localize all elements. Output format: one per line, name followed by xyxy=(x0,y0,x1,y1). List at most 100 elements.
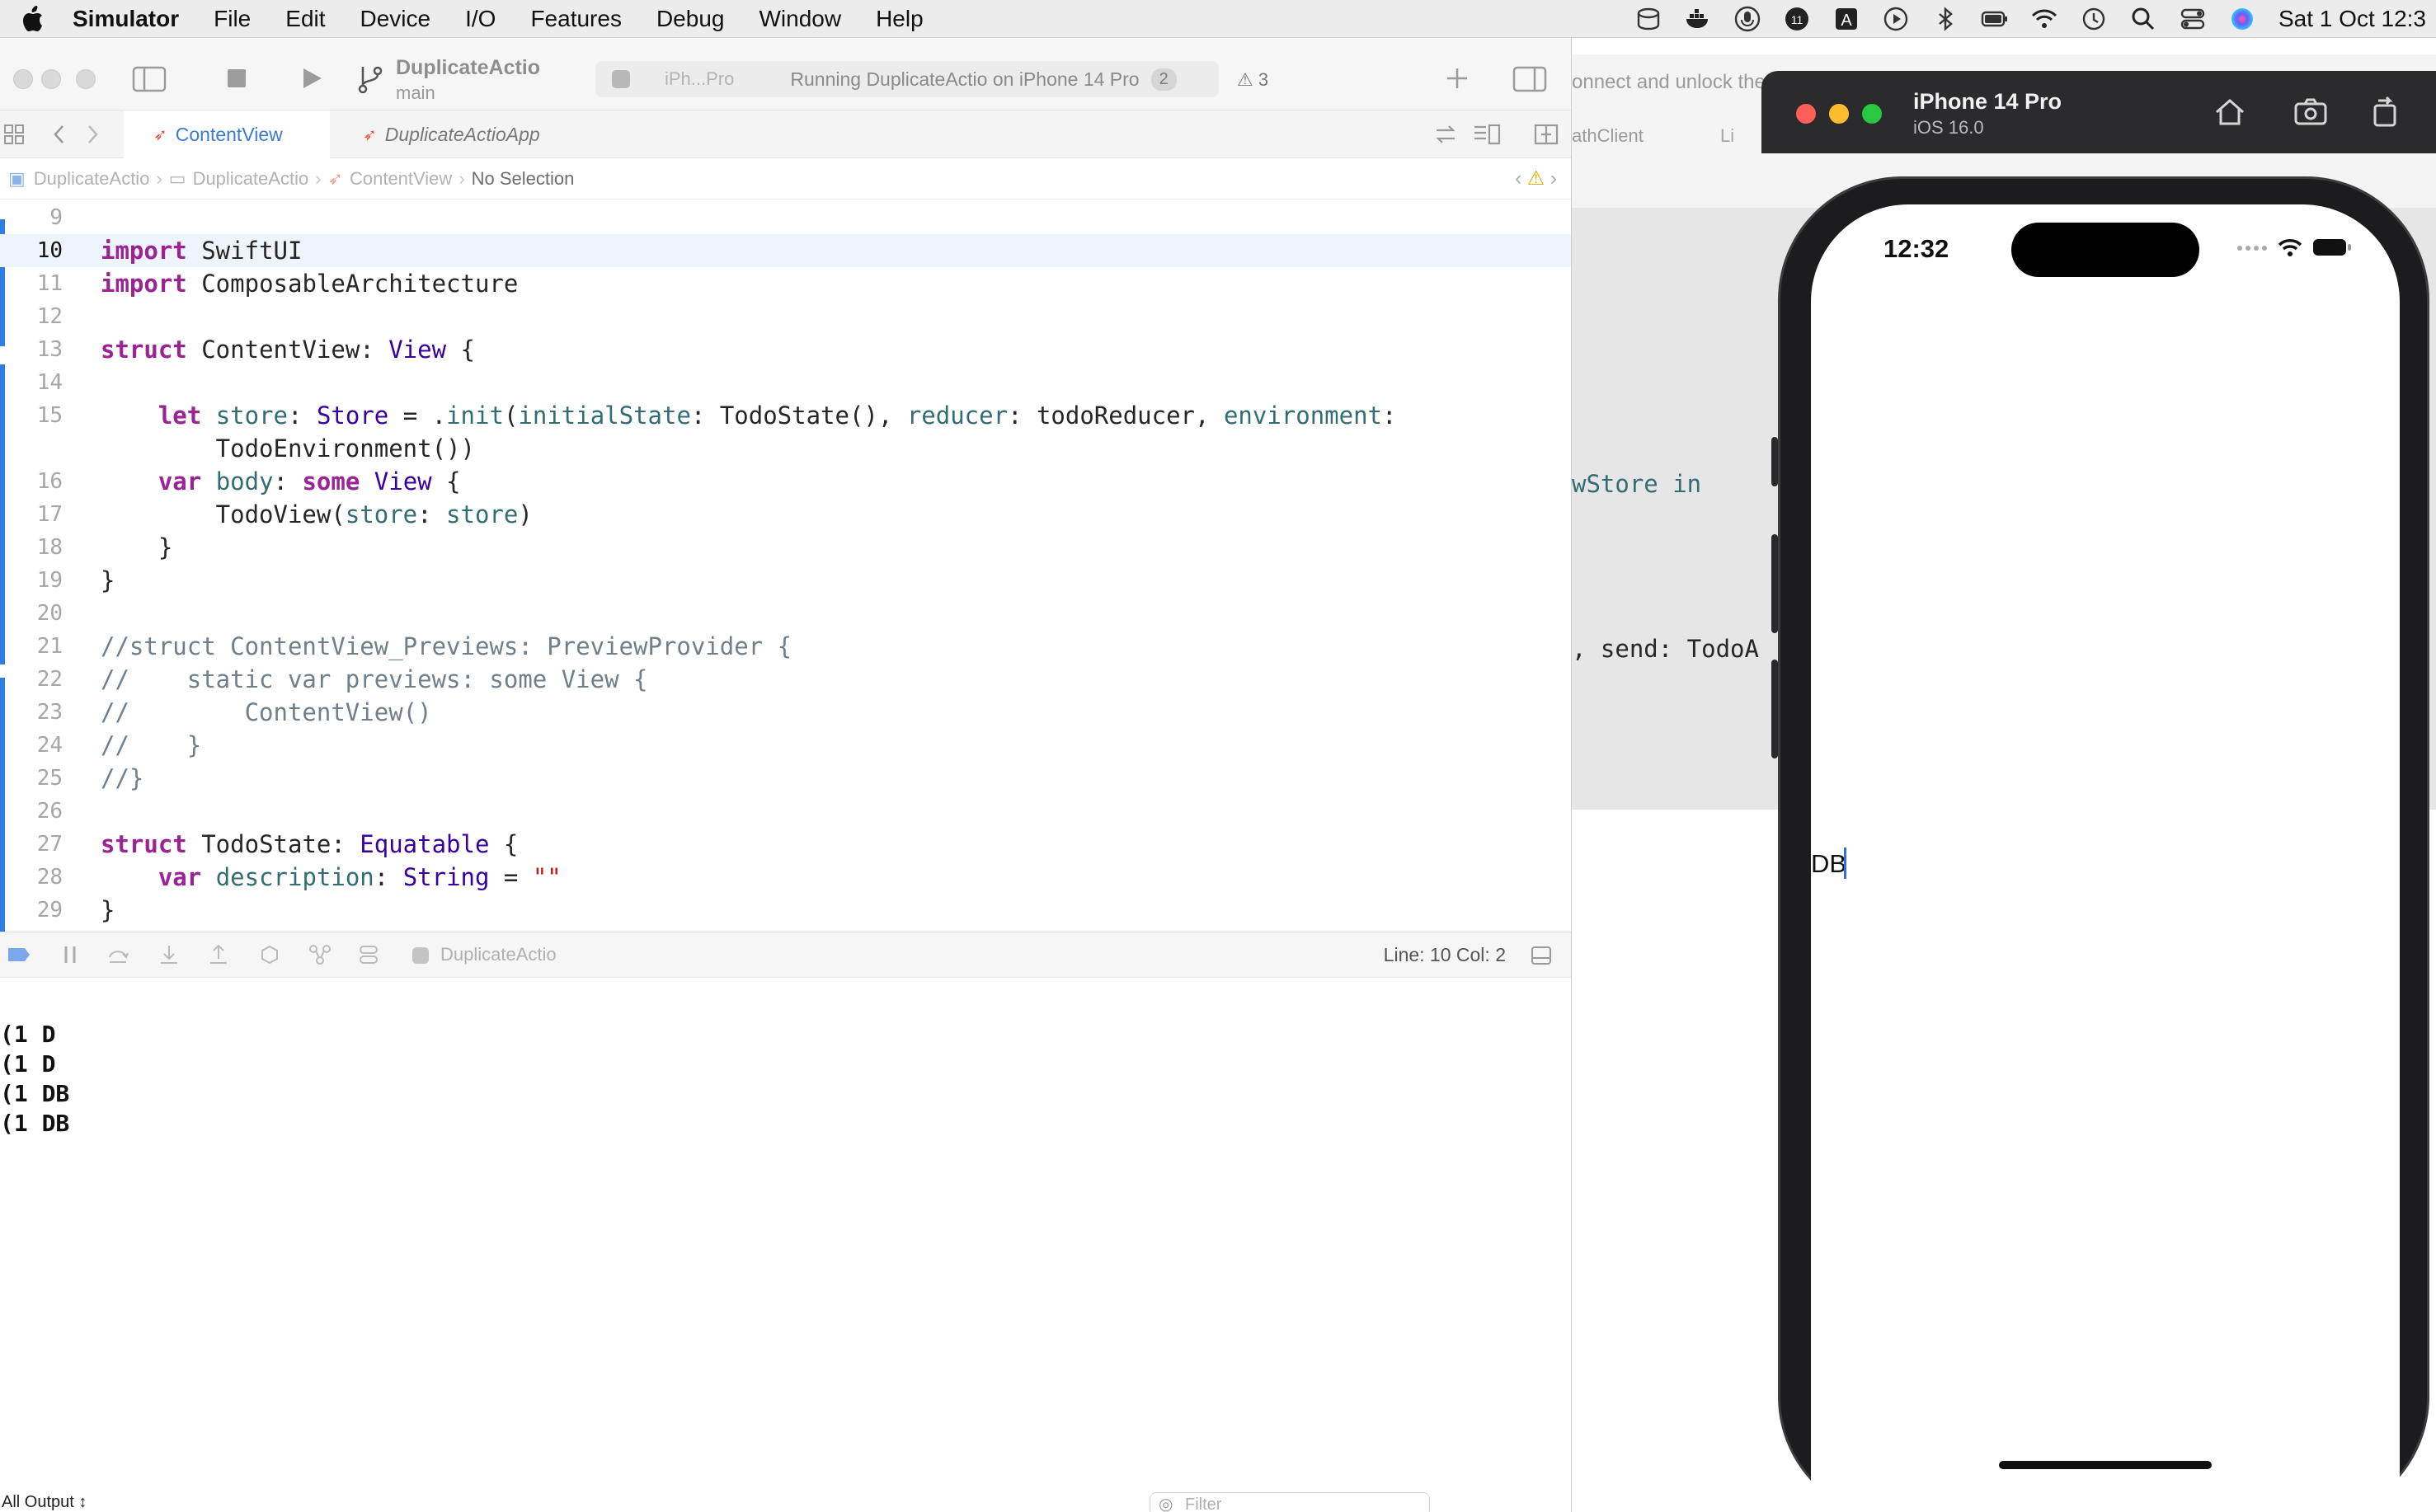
code-line[interactable]: 25 //} xyxy=(0,762,1571,795)
code-line[interactable]: 17 TodoView(store: store) xyxy=(0,498,1571,531)
docker-icon[interactable] xyxy=(1673,5,1723,33)
menu-debug[interactable]: Debug xyxy=(639,0,742,38)
code-line[interactable]: 12 xyxy=(0,300,1571,333)
window-zoom-button[interactable] xyxy=(76,69,96,89)
step-out-icon[interactable] xyxy=(208,944,229,965)
inspector-toggle-icon[interactable] xyxy=(1512,66,1547,92)
time-machine-icon[interactable] xyxy=(2069,5,2119,33)
code-line[interactable]: 16 var body: some View { xyxy=(0,465,1571,498)
line-number: 14 xyxy=(36,370,63,395)
menu-window[interactable]: Window xyxy=(741,0,858,38)
code-line[interactable]: 22 // static var previews: some View { xyxy=(0,663,1571,696)
todo-text-field[interactable]: DB xyxy=(1811,849,1846,879)
spotlight-search-icon[interactable] xyxy=(2119,5,2168,33)
step-into-icon[interactable] xyxy=(158,944,180,965)
microphone-icon[interactable] xyxy=(1723,5,1772,33)
notifications-badge-icon[interactable]: 11 xyxy=(1772,5,1822,33)
code-line[interactable]: 28 var description: String = "" xyxy=(0,861,1571,894)
activity-view[interactable]: iPh...Pro Running DuplicateActio on iPho… xyxy=(595,61,1219,97)
breakpoints-toggle-icon[interactable] xyxy=(7,946,31,963)
code-line[interactable]: 29} xyxy=(0,894,1571,927)
breadcrumb-project[interactable]: DuplicateActio xyxy=(34,168,150,190)
step-over-icon[interactable] xyxy=(107,944,129,965)
menu-features[interactable]: Features xyxy=(513,0,639,38)
rotate-icon[interactable] xyxy=(2367,94,2403,130)
code-line[interactable]: 23 // ContentView() xyxy=(0,696,1571,729)
phone-screen[interactable]: 12:32 DB xyxy=(1811,204,2400,1512)
code-line[interactable]: 11 import ComposableArchitecture xyxy=(0,267,1571,300)
source-editor[interactable]: 9 10 import SwiftUI 11 import ComposableArch… xyxy=(0,200,1571,932)
wifi-icon[interactable] xyxy=(2020,5,2069,33)
issue-navigator-chevrons[interactable]: ‹ ⚠ › xyxy=(1515,167,1557,190)
console-output[interactable]: (1 D (1 D (1 DB (1 DB xyxy=(0,978,1571,1497)
code-line[interactable]: 24 // } xyxy=(0,729,1571,762)
code-line[interactable]: 26 xyxy=(0,795,1571,828)
code-line[interactable]: 14 xyxy=(0,366,1571,399)
memory-graph-icon[interactable] xyxy=(308,944,332,965)
stop-button[interactable] xyxy=(226,68,247,89)
apple-menu-icon[interactable] xyxy=(0,5,64,33)
view-hierarchy-icon[interactable] xyxy=(259,944,280,965)
breadcrumb-symbol[interactable]: No Selection xyxy=(472,168,575,190)
menu-io[interactable]: I/O xyxy=(448,0,513,38)
play-icon[interactable] xyxy=(1871,5,1921,33)
window-close-button[interactable] xyxy=(1796,104,1816,124)
menubar-clock[interactable]: Sat 1 Oct 12:3 xyxy=(2267,6,2426,32)
scheme-name[interactable]: DuplicateActio xyxy=(396,56,540,80)
control-center-icon[interactable] xyxy=(2168,5,2217,33)
menu-edit[interactable]: Edit xyxy=(268,0,342,38)
code-line[interactable]: 18 } xyxy=(0,531,1571,564)
hide-debug-area-icon[interactable] xyxy=(1531,946,1552,965)
input-source-icon[interactable]: A xyxy=(1822,5,1871,33)
code-line[interactable]: 21 //struct ContentView_Previews: Preview… xyxy=(0,630,1571,663)
code-line[interactable]: TodoEnvironment()) xyxy=(0,432,1571,465)
code-text: //} xyxy=(101,764,144,792)
breadcrumb-group[interactable]: DuplicateActio xyxy=(193,168,309,190)
home-indicator[interactable] xyxy=(1999,1461,2212,1469)
warning-count[interactable]: ⚠ 3 xyxy=(1237,69,1268,91)
split-editor-icon[interactable] xyxy=(1534,124,1559,145)
code-line[interactable]: 9 xyxy=(0,201,1571,234)
activity-count-badge[interactable]: 2 xyxy=(1150,68,1177,91)
code-line[interactable]: 19} xyxy=(0,564,1571,597)
window-zoom-button[interactable] xyxy=(1862,104,1882,124)
app-menu[interactable]: Simulator xyxy=(64,0,196,38)
window-minimize-button[interactable] xyxy=(1829,104,1849,124)
swap-arrows-icon[interactable] xyxy=(1433,124,1458,145)
line-number: 24 xyxy=(36,733,63,758)
debug-target-name[interactable]: DuplicateActio xyxy=(440,944,557,965)
menu-help[interactable]: Help xyxy=(858,0,941,38)
code-line[interactable]: 20 xyxy=(0,597,1571,630)
battery-icon[interactable] xyxy=(1970,5,2020,33)
navigator-toggle-icon[interactable] xyxy=(132,66,167,92)
environment-overrides-icon[interactable] xyxy=(358,944,379,965)
breadcrumb-file[interactable]: ContentView xyxy=(350,168,452,190)
console-filter-field[interactable]: ◎ Filter xyxy=(1150,1492,1430,1512)
background-tab[interactable]: athClient xyxy=(1572,125,1644,147)
code-line[interactable]: 13 struct ContentView: View { xyxy=(0,333,1571,366)
bluetooth-icon[interactable] xyxy=(1921,5,1970,33)
code-line[interactable]: 10 import SwiftUI xyxy=(0,234,1571,267)
tab-duplicateactioapp[interactable]: ➶ DuplicateActioApp xyxy=(355,110,540,158)
tab-contentview[interactable]: ➶ ContentView xyxy=(124,110,330,158)
window-close-button[interactable] xyxy=(13,69,33,89)
screenshot-icon[interactable] xyxy=(2293,94,2329,130)
output-selector[interactable]: All Output ↕ xyxy=(2,1493,87,1512)
menu-device[interactable]: Device xyxy=(343,0,449,38)
add-library-icon[interactable] xyxy=(1445,66,1470,91)
menu-file[interactable]: File xyxy=(196,0,268,38)
forward-chevron-icon[interactable] xyxy=(84,124,101,145)
siri-icon[interactable] xyxy=(2217,5,2267,33)
code-line[interactable]: 27 struct TodoState: Equatable { xyxy=(0,828,1571,861)
window-minimize-button[interactable] xyxy=(41,69,61,89)
run-button[interactable] xyxy=(299,66,323,91)
background-tab[interactable]: Li xyxy=(1720,125,1734,147)
code-line[interactable]: 15 let store: Store = .init(initialState… xyxy=(0,399,1571,432)
home-icon[interactable] xyxy=(2212,94,2248,130)
editor-options-icon[interactable] xyxy=(1473,124,1501,145)
grid-icon[interactable] xyxy=(3,124,25,145)
back-chevron-icon[interactable] xyxy=(51,124,68,145)
run-destination[interactable]: iPh...Pro xyxy=(665,68,734,90)
pause-icon[interactable] xyxy=(61,944,79,965)
disk-icon[interactable] xyxy=(1624,5,1673,33)
